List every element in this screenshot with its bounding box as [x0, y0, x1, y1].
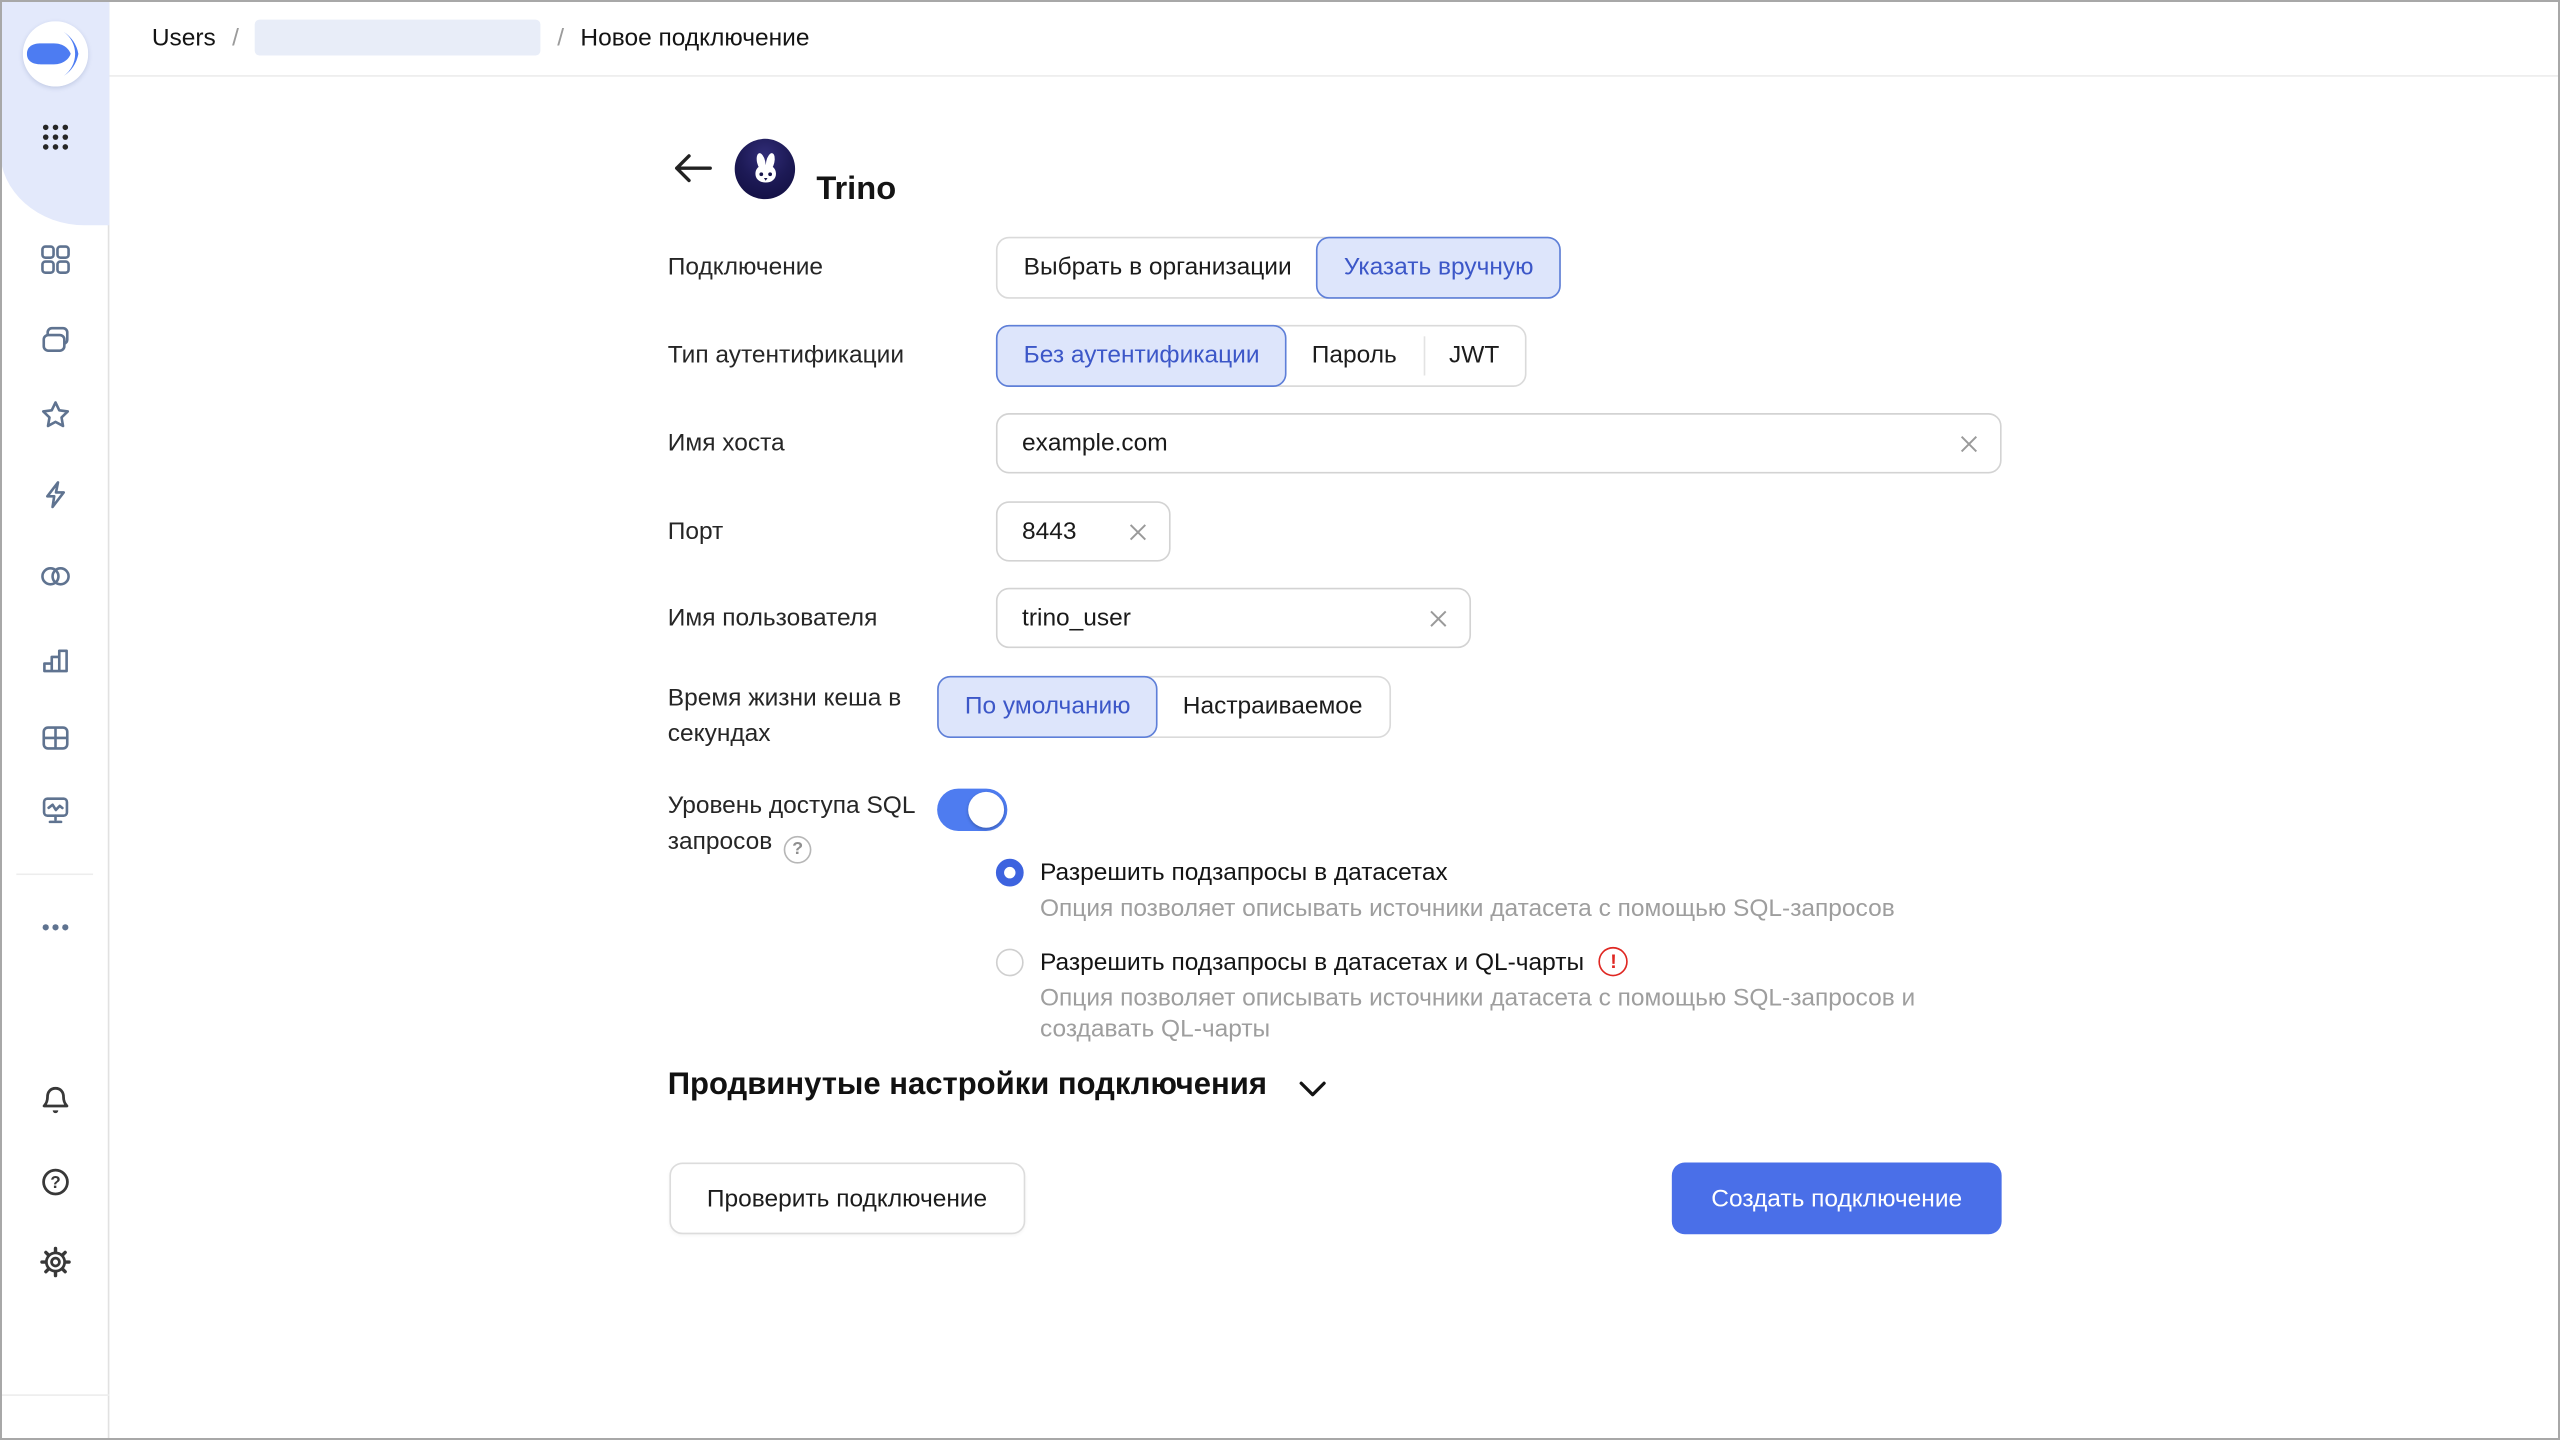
auth-segmented-control: Без аутентификации Пароль JWT — [996, 325, 1527, 387]
field-label: Тип аутентификации — [668, 338, 996, 374]
segment-custom[interactable]: Настраиваемое — [1157, 678, 1389, 737]
more-ellipsis-icon[interactable] — [28, 900, 84, 956]
toggle-knob — [968, 792, 1004, 828]
radio-description: Опция позволяет описывать источники дата… — [1040, 893, 1984, 925]
svg-text:?: ? — [50, 1172, 60, 1192]
breadcrumb-separator: / — [557, 24, 564, 52]
chevron-down-icon — [1298, 1077, 1327, 1100]
segment-choose-in-org[interactable]: Выбрать в организации — [998, 238, 1318, 297]
apps-grid-icon[interactable] — [28, 109, 84, 165]
collections-icon[interactable] — [28, 312, 84, 368]
trino-logo — [735, 139, 795, 199]
breadcrumb-current: Новое подключение — [580, 24, 809, 52]
breadcrumb: Users / / Новое подключение — [109, 0, 2560, 77]
segment-password[interactable]: Пароль — [1286, 327, 1423, 386]
breadcrumb-redacted-item — [255, 20, 541, 56]
field-connection: Подключение Выбрать в организации Указат… — [668, 237, 1562, 299]
help-circle-icon[interactable]: ? — [28, 1154, 84, 1210]
clear-port-icon[interactable] — [1123, 517, 1152, 546]
field-cache-ttl: Время жизни кеша в секундах По умолчанию… — [668, 676, 1391, 753]
field-label: Время жизни кеша в секундах — [668, 676, 937, 753]
field-auth-type: Тип аутентификации Без аутентификации Па… — [668, 325, 1527, 387]
field-port: Порт — [668, 501, 1171, 561]
bar-chart-icon[interactable] — [28, 632, 84, 688]
sidebar: ? — [0, 0, 109, 1440]
cache-ttl-segmented-control: По умолчанию Настраиваемое — [937, 676, 1390, 738]
sql-access-toggle[interactable] — [937, 789, 1007, 831]
field-label: Имя пользователя — [668, 600, 996, 636]
back-button[interactable] — [668, 149, 717, 188]
favorites-star-icon[interactable] — [28, 387, 84, 443]
sql-access-options: Разрешить подзапросы в датасетах Опция п… — [996, 856, 1984, 1046]
radio-selected-icon[interactable] — [996, 859, 1024, 887]
linked-circles-icon[interactable] — [28, 549, 84, 605]
hostname-input[interactable] — [998, 415, 2000, 472]
clear-hostname-icon[interactable] — [1954, 429, 1983, 458]
segment-no-auth[interactable]: Без аутентификации — [996, 325, 1287, 387]
settings-gear-icon[interactable] — [28, 1234, 84, 1290]
squares-grid-icon[interactable] — [28, 232, 84, 288]
field-label: Подключение — [668, 250, 996, 286]
segment-default[interactable]: По умолчанию — [937, 676, 1158, 738]
advanced-settings-title: Продвинутые настройки подключения — [668, 1063, 1267, 1109]
field-username: Имя пользователя — [668, 588, 1471, 648]
check-connection-button[interactable]: Проверить подключение — [669, 1162, 1024, 1234]
radio-unselected-icon[interactable] — [996, 948, 1024, 976]
radio-option-datasets: Разрешить подзапросы в датасетах Опция п… — [996, 856, 1984, 925]
page-title: Trino — [816, 169, 896, 211]
clear-username-icon[interactable] — [1424, 603, 1453, 632]
table-icon[interactable] — [28, 710, 84, 766]
username-input-wrap — [996, 588, 1471, 648]
connection-segmented-control: Выбрать в организации Указать вручную — [996, 237, 1561, 299]
sidebar-divider — [16, 873, 93, 875]
app-window: ? Users / / Новое подключение — [0, 0, 2560, 1440]
radio-option-datasets-ql: Разрешить подзапросы в датасетах и QL-ча… — [996, 944, 1984, 1045]
datalens-logo[interactable] — [23, 21, 88, 86]
field-hostname: Имя хоста — [668, 413, 2002, 473]
radio-description: Опция позволяет описывать источники дата… — [1040, 982, 1984, 1046]
field-label: Уровень доступа SQL запросов? — [668, 789, 937, 863]
create-connection-button[interactable]: Создать подключение — [1672, 1162, 2002, 1234]
field-label: Порт — [668, 513, 996, 549]
hostname-input-wrap — [996, 413, 2002, 473]
lightning-icon[interactable] — [28, 467, 84, 523]
help-tooltip-icon[interactable]: ? — [784, 835, 812, 863]
monitoring-screen-icon[interactable] — [28, 782, 84, 838]
field-sql-access: Уровень доступа SQL запросов? — [668, 789, 1008, 863]
radio-row[interactable]: Разрешить подзапросы в датасетах и QL-ча… — [996, 944, 1984, 978]
segment-jwt[interactable]: JWT — [1423, 327, 1526, 386]
advanced-settings-toggle[interactable]: Продвинутые настройки подключения — [668, 1063, 1328, 1109]
segment-specify-manually[interactable]: Указать вручную — [1316, 237, 1561, 299]
field-label: Имя хоста — [668, 425, 996, 461]
breadcrumb-root[interactable]: Users — [152, 24, 216, 52]
warning-icon[interactable]: ! — [1599, 947, 1628, 976]
username-input[interactable] — [998, 589, 1470, 646]
port-input-wrap — [996, 501, 1171, 561]
radio-row[interactable]: Разрешить подзапросы в датасетах — [996, 856, 1984, 890]
breadcrumb-separator: / — [232, 24, 239, 52]
notifications-bell-icon[interactable] — [28, 1073, 84, 1129]
